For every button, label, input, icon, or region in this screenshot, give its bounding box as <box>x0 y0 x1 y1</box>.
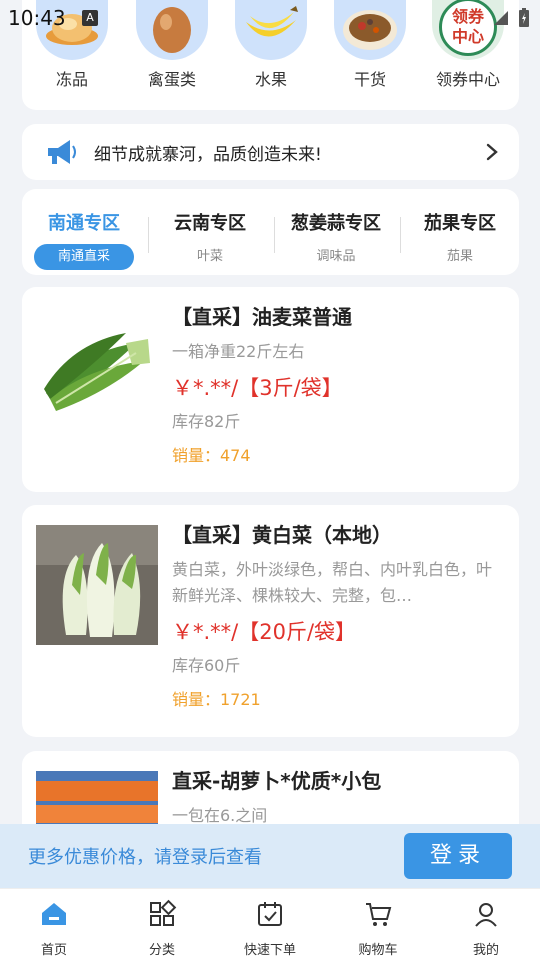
nav-quick-order[interactable]: 快速下单 <box>216 899 324 958</box>
product-info: 直采-胡萝卜*优质*小包 一包在6.之间 <box>172 767 503 829</box>
category-label: 领券中心 <box>435 70 500 89</box>
product-info: 【直采】油麦菜普通 一箱净重22斤左右 ￥*.**/【3斤/袋】 库存82斤 销… <box>172 303 503 467</box>
zone-title: 南通专区 <box>48 213 120 234</box>
quick-order-icon <box>258 902 282 926</box>
product-card[interactable]: 【直采】油麦菜普通 一箱净重22斤左右 ￥*.**/【3斤/袋】 库存82斤 销… <box>22 287 519 492</box>
product-name: 【直采】油麦菜普通 <box>172 305 352 329</box>
product-name: 直采-胡萝卜*优质*小包 <box>172 769 382 793</box>
nav-home[interactable]: 首页 <box>0 899 108 958</box>
status-icons <box>492 8 530 28</box>
login-prompt-text: 更多优惠价格，请登录后查看 <box>28 847 262 868</box>
battery-icon <box>519 8 529 27</box>
category-label: 干货 <box>353 70 386 89</box>
bottom-nav: 首页 分类 快速下单 购物车 我的 <box>0 888 540 960</box>
product-stock: 库存60斤 <box>172 656 241 675</box>
zone-tabs: 南通专区 南通直采 云南专区 叶菜 葱姜蒜专区 调味品 茄果专区 茄果 <box>22 189 519 275</box>
status-time: 10:43 <box>8 6 66 30</box>
zone-title: 云南专区 <box>174 213 246 234</box>
zone-title: 葱姜蒜专区 <box>291 213 381 234</box>
lettuce-image <box>36 313 158 433</box>
product-name: 【直采】黄白菜（本地） <box>172 523 392 547</box>
home-icon <box>42 903 66 925</box>
nav-label: 购物车 <box>358 943 398 958</box>
notice-text: 细节成就寨河，品质创造未来! <box>94 144 322 165</box>
cart-icon <box>366 903 392 926</box>
login-button[interactable]: 登录 <box>404 833 512 879</box>
nav-category[interactable]: 分类 <box>108 899 216 958</box>
nav-label: 我的 <box>472 943 499 958</box>
zone-subtitle: 南通直采 <box>34 244 134 270</box>
nav-label: 快速下单 <box>243 943 296 958</box>
notice-banner[interactable]: 细节成就寨河，品质创造未来! <box>22 124 519 180</box>
login-prompt-bar: 更多优惠价格，请登录后查看 登录 <box>0 824 540 888</box>
tab-nantong[interactable]: 南通专区 南通直采 <box>22 209 146 270</box>
notification-a-icon: A <box>82 10 98 26</box>
category-icon <box>150 899 177 926</box>
tab-onion-ginger-garlic[interactable]: 葱姜蒜专区 调味品 <box>274 209 398 270</box>
nav-profile[interactable]: 我的 <box>432 899 540 958</box>
status-bar: 10:43 A <box>0 0 540 36</box>
product-stock: 库存82斤 <box>172 412 241 431</box>
signal-icon <box>494 11 508 25</box>
product-price: ￥*.**/【20斤/袋】 <box>172 620 357 644</box>
product-price: ￥*.**/【3斤/袋】 <box>172 376 343 400</box>
tab-solanaceous[interactable]: 茄果专区 茄果 <box>398 209 522 270</box>
category-label: 冻品 <box>55 70 88 89</box>
zone-subtitle: 调味品 <box>316 249 356 264</box>
megaphone-icon <box>48 140 76 164</box>
chevron-right-icon <box>486 143 498 161</box>
zone-subtitle: 叶菜 <box>196 249 223 264</box>
product-card[interactable]: 【直采】黄白菜（本地） 黄白菜，外叶淡绿色，帮白、内叶乳白色，叶新鲜光泽、棵株较… <box>22 505 519 737</box>
profile-icon <box>475 903 497 927</box>
product-sales: 销量：1721 <box>172 690 261 709</box>
product-desc: 黄白菜，外叶淡绿色，帮白、内叶乳白色，叶新鲜光泽、棵株较大、完整，包… <box>172 560 493 605</box>
cabbage-image <box>36 525 158 645</box>
product-sales: 销量：474 <box>172 446 251 465</box>
zone-title: 茄果专区 <box>424 213 496 234</box>
category-label: 水果 <box>254 70 287 89</box>
zone-subtitle: 茄果 <box>446 249 473 264</box>
product-info: 【直采】黄白菜（本地） 黄白菜，外叶淡绿色，帮白、内叶乳白色，叶新鲜光泽、棵株较… <box>172 521 503 711</box>
nav-label: 首页 <box>40 943 67 958</box>
product-desc: 一箱净重22斤左右 <box>172 342 305 361</box>
tab-yunnan[interactable]: 云南专区 叶菜 <box>148 209 272 270</box>
nav-label: 分类 <box>148 943 175 958</box>
nav-cart[interactable]: 购物车 <box>324 899 432 958</box>
category-label: 禽蛋类 <box>147 70 196 89</box>
